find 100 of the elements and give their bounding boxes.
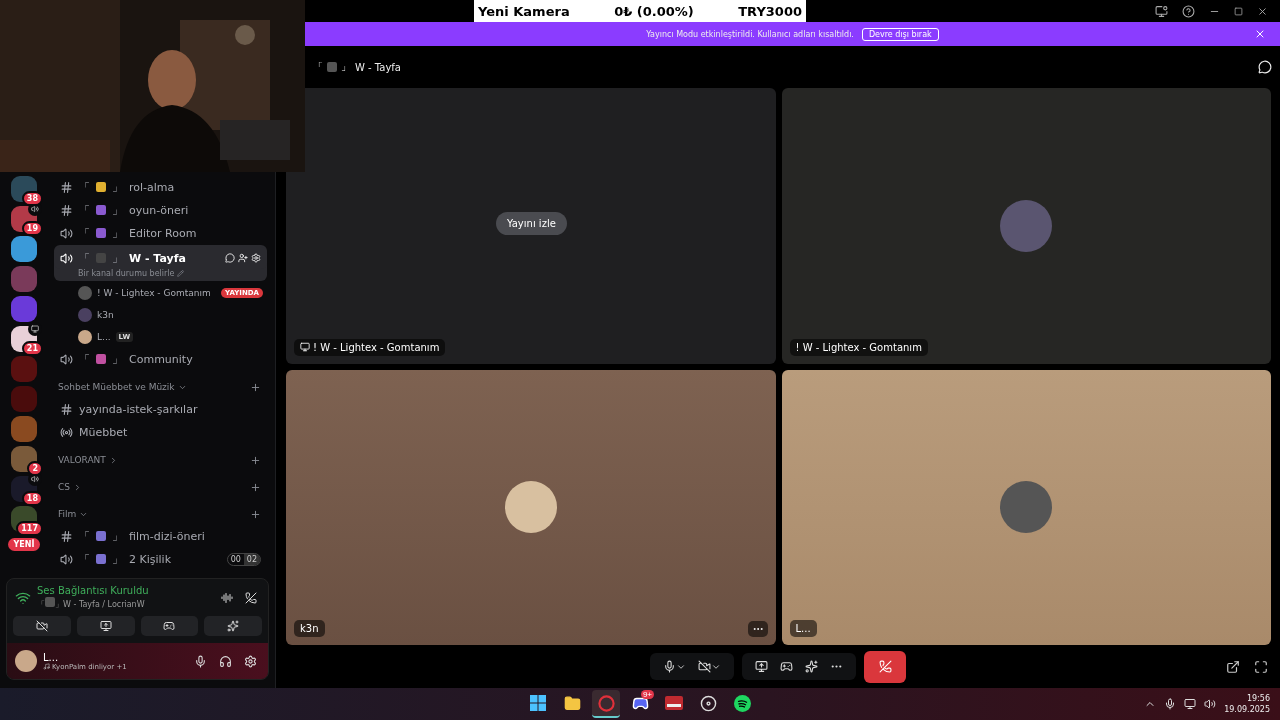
channel-item[interactable]: yayında-istek-şarkılar — [54, 398, 267, 420]
bracket: 」 — [112, 225, 123, 241]
channel-item[interactable]: 「 」 2 Kişilik 00 02 — [54, 548, 267, 570]
chat-icon[interactable] — [1258, 60, 1272, 74]
clock-time: 19:56 — [1246, 693, 1270, 704]
pencil-icon[interactable] — [177, 270, 185, 277]
screen-share-icon — [99, 620, 112, 632]
bracket: 「 — [79, 179, 90, 195]
noise-button[interactable] — [218, 591, 236, 604]
clock-date: 19.09.2025 — [1224, 704, 1270, 715]
controller-icon — [163, 620, 176, 632]
channel-name: film-dizi-öneri — [129, 529, 205, 543]
share-screen-button[interactable] — [76, 616, 135, 636]
activity-button[interactable] — [140, 616, 199, 636]
video-tile[interactable]: L... — [781, 369, 1271, 645]
participant-name: k3n — [300, 623, 319, 634]
bracket: 「 — [79, 528, 90, 544]
disconnect-button[interactable] — [242, 591, 260, 604]
activity-button[interactable] — [777, 660, 796, 673]
channel-name: Editor Room — [129, 226, 197, 240]
bracket: 」 — [55, 600, 63, 609]
display-icon[interactable] — [1184, 698, 1197, 710]
mic-icon — [663, 660, 676, 673]
category-name: CS — [58, 482, 70, 492]
plus-icon[interactable] — [250, 381, 261, 393]
emoji-icon — [96, 228, 106, 238]
video-tile[interactable]: Yayını izle ! W - Lightex - Gomtanım — [286, 88, 776, 364]
participant-name: L... — [795, 623, 811, 634]
new-badge: YENİ — [7, 538, 41, 551]
plus-icon[interactable] — [250, 508, 261, 520]
channel-item[interactable]: 「 」 rol-alma — [54, 176, 267, 198]
invite-icon[interactable] — [238, 253, 248, 263]
plus-icon[interactable] — [250, 481, 261, 493]
music-note-icon — [43, 663, 50, 670]
bracket: 」 — [341, 60, 351, 74]
stream-overlay: Yeni Kamera 0₺ (0.00%) TRY3000 — [474, 0, 806, 22]
voice-user[interactable]: k3n — [54, 304, 267, 325]
participant-name: ! W - Lightex - Gomtanım — [313, 341, 440, 353]
category-header[interactable]: Film — [54, 504, 267, 524]
avatar — [78, 329, 92, 344]
controller-icon — [780, 660, 793, 673]
volume-icon[interactable] — [1204, 698, 1217, 710]
category-header[interactable]: CS — [54, 477, 267, 497]
help-icon[interactable] — [1182, 4, 1195, 18]
maximize-button[interactable] — [1234, 6, 1243, 16]
unread-badge: 18 — [21, 491, 43, 506]
channel-item[interactable]: 「 」 Community — [54, 348, 267, 370]
disc-icon — [699, 694, 717, 712]
avatar — [78, 307, 92, 322]
soundboard-button[interactable] — [802, 660, 821, 673]
bracket: 「 — [313, 60, 323, 74]
bracket: 「 — [79, 351, 90, 367]
participant-name: ! W - Lightex - Gomtanım — [795, 341, 922, 353]
watch-stream-button[interactable]: Yayını izle — [496, 212, 567, 235]
monitor-icon[interactable] — [1155, 4, 1168, 18]
category-name: Film — [58, 509, 77, 519]
taskbar-app[interactable]: 9+ — [626, 690, 654, 718]
server-icon[interactable] — [11, 236, 37, 262]
emoji-icon — [96, 253, 106, 263]
bracket: 」 — [112, 202, 123, 218]
unread-badge: 117 — [16, 521, 43, 536]
channel-name: yayında-istek-şarkılar — [79, 402, 198, 416]
leave-call-button[interactable] — [864, 650, 906, 683]
soundboard-button[interactable] — [204, 616, 262, 636]
music-icon — [733, 694, 751, 712]
speaker-icon — [60, 226, 73, 240]
bracket: 「 — [37, 600, 45, 609]
camera-off-icon — [35, 620, 48, 632]
server-icon[interactable] — [11, 416, 37, 442]
channel-item[interactable]: Müebbet — [54, 421, 267, 443]
server-icon[interactable] — [11, 296, 37, 322]
share-screen-button[interactable] — [752, 660, 771, 673]
video-tile[interactable]: ! W - Lightex - Gomtanım — [781, 88, 1271, 364]
mic-icon — [194, 654, 207, 668]
speaker-icon — [60, 352, 73, 366]
taskbar-app[interactable] — [592, 690, 620, 718]
bracket: 「 — [79, 225, 90, 241]
popout-icon[interactable] — [1226, 659, 1240, 674]
channel-item[interactable]: 「 」 film-dizi-öneri — [54, 525, 267, 547]
emoji-icon — [96, 531, 106, 541]
emoji-icon — [45, 597, 55, 607]
hash-icon — [60, 529, 73, 543]
channel-item[interactable]: 「 」 oyun-öneri — [54, 199, 267, 221]
hang-up-icon — [245, 591, 257, 604]
channel-item[interactable]: 「 」 Editor Room — [54, 222, 267, 244]
more-button[interactable] — [747, 621, 768, 637]
close-button[interactable] — [1257, 5, 1268, 17]
mic-icon[interactable] — [1164, 698, 1177, 710]
channel-name: Community — [129, 352, 193, 366]
plus-icon[interactable] — [250, 454, 261, 466]
disable-button[interactable]: Devre dışı bırak — [861, 27, 939, 41]
settings-icon[interactable] — [251, 253, 261, 263]
headphones-icon — [219, 654, 232, 668]
fullscreen-icon[interactable] — [1254, 659, 1268, 674]
camera-off-icon — [698, 660, 711, 673]
bracket: 「 — [79, 202, 90, 218]
video-tile[interactable]: k3n — [286, 369, 776, 645]
category-header[interactable]: VALORANT — [54, 450, 267, 470]
channel-name: rol-alma — [129, 180, 175, 194]
category-header[interactable]: Sohbet Müebbet ve Müzik — [54, 377, 267, 397]
